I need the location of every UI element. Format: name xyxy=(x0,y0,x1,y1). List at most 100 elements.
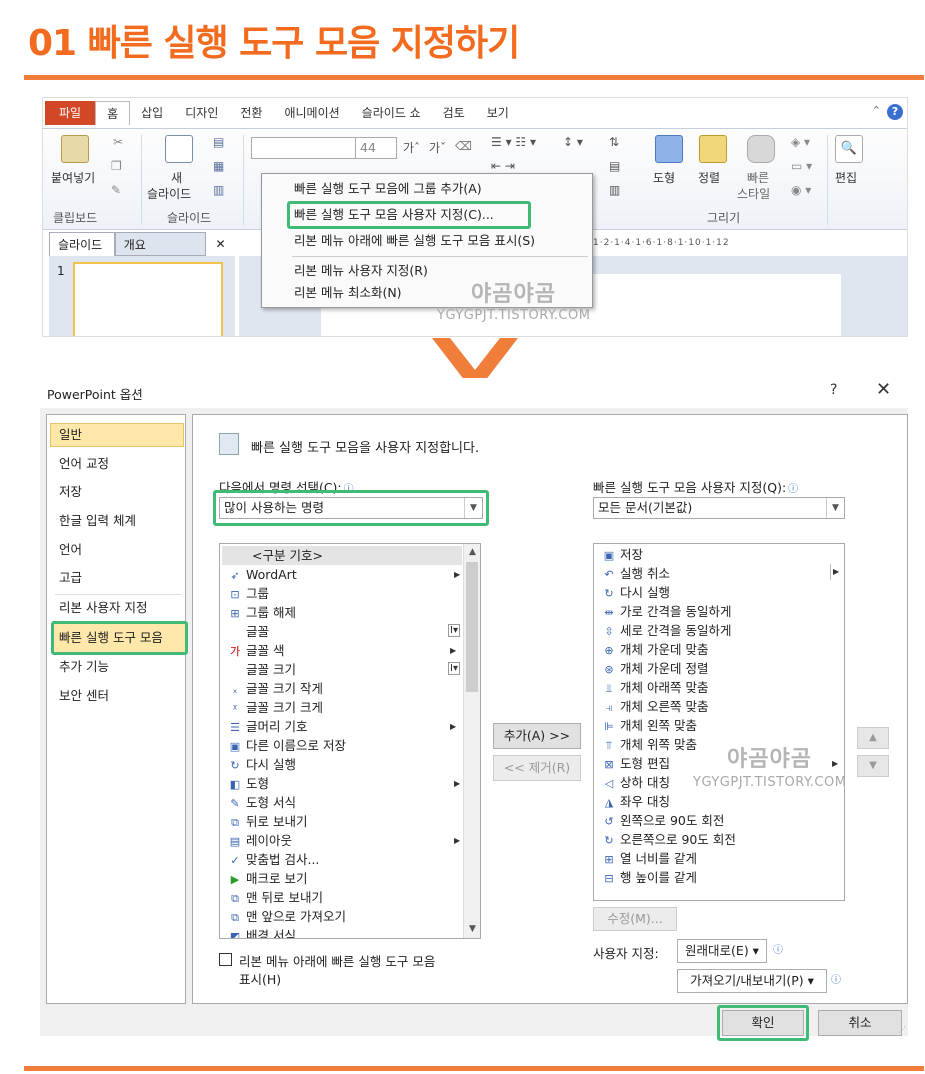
help-icon[interactable]: ? xyxy=(830,382,837,398)
menu-item-show-below-ribbon[interactable]: 리본 메뉴 아래에 빠른 실행 도구 모음 표시(S) xyxy=(294,230,535,252)
line-spacing-icon[interactable]: ↕ ▾ xyxy=(563,135,583,149)
tab-transitions[interactable]: 전환 xyxy=(229,101,273,125)
qat-commands-list[interactable]: ▣ 저장 ↶ 실행 취소 ▶ ↻ 다시 실행 ⇹ 가로 간격을 동일하게 ⇳ 세로 간격을… xyxy=(593,543,845,901)
section-icon[interactable]: ▥ xyxy=(213,183,224,197)
close-icon[interactable]: ✕ xyxy=(876,379,891,400)
list-item[interactable]: ↻ 다시 실행 xyxy=(598,583,670,602)
list-item[interactable]: ⊕ 개체 가운데 맞춤 xyxy=(598,640,708,659)
clear-format-icon[interactable]: ⌫ xyxy=(455,139,472,153)
list-item[interactable]: ▣ 저장 xyxy=(598,545,643,564)
layout-icon[interactable]: ▤ xyxy=(213,135,224,149)
menu-item-customize-ribbon[interactable]: 리본 메뉴 사용자 지정(R) xyxy=(294,260,428,282)
tab-slides-panel[interactable]: 슬라이드 xyxy=(49,232,115,256)
list-item[interactable]: 가 글꼴 색 xyxy=(224,641,285,660)
list-item[interactable]: ᵡ 글꼴 크기 크게 xyxy=(224,698,323,717)
chevron-down-icon[interactable]: ▼ xyxy=(826,498,844,518)
new-slide-icon[interactable] xyxy=(165,135,193,163)
list-item[interactable]: ⇳ 세로 간격을 동일하게 xyxy=(598,621,731,640)
reset-icon[interactable]: ▦ xyxy=(213,159,224,173)
align-text-icon[interactable]: ▤ xyxy=(609,159,620,173)
shape-effects-icon[interactable]: ◉ ▾ xyxy=(791,183,811,197)
tab-home[interactable]: 홈 xyxy=(95,101,131,125)
list-item[interactable]: ⧉ 맨 앞으로 가져오기 xyxy=(224,907,346,926)
tab-slideshow[interactable]: 슬라이드 쇼 xyxy=(351,101,432,125)
reset-dropdown[interactable]: 원래대로(E) ▾ xyxy=(677,939,767,963)
shapes-icon[interactable] xyxy=(655,135,683,163)
tab-outline-panel[interactable]: 개요 xyxy=(114,232,207,256)
tab-animations[interactable]: 애니메이션 xyxy=(273,101,350,125)
list-item[interactable]: ↻ 오른쪽으로 90도 회전 xyxy=(598,830,735,849)
indent-icon[interactable]: ⇤ ⇥ xyxy=(491,159,515,173)
list-item[interactable]: ⇹ 가로 간격을 동일하게 xyxy=(598,602,731,621)
menu-item-add-group[interactable]: 빠른 실행 도구 모음에 그룹 추가(A) xyxy=(294,178,482,200)
bullets-icon[interactable]: ☰ ▾ ☷ ▾ xyxy=(491,135,536,149)
remove-button[interactable]: << 제거(R) xyxy=(493,755,581,781)
list-item[interactable]: ↺ 왼쪽으로 90도 회전 xyxy=(598,811,724,830)
tab-design[interactable]: 디자인 xyxy=(174,101,229,125)
modify-button[interactable]: 수정(M)... xyxy=(593,907,677,931)
add-button[interactable]: 추가(A) >> xyxy=(493,723,581,749)
nav-item-language[interactable]: 언어 xyxy=(59,539,82,561)
scroll-down-icon[interactable]: ▼ xyxy=(464,921,480,938)
list-item[interactable]: ⫣ 개체 오른쪽 맞춤 xyxy=(598,697,709,716)
format-painter-icon[interactable]: ✎ xyxy=(111,183,121,197)
list-item[interactable]: ₓ 글꼴 크기 작게 xyxy=(224,679,323,698)
font-size-combo[interactable]: 44 xyxy=(355,137,397,159)
font-name-combo[interactable] xyxy=(251,137,361,159)
list-item[interactable]: 글꼴 xyxy=(224,622,269,641)
list-item[interactable]: ⧉ 뒤로 보내기 xyxy=(224,812,307,831)
list-item[interactable]: 글꼴 크기 xyxy=(224,660,296,679)
ribbon-collapse-icon[interactable]: ⌃ xyxy=(872,104,881,117)
nav-item-add-ins[interactable]: 추가 기능 xyxy=(59,656,109,678)
nav-item-advanced[interactable]: 고급 xyxy=(59,567,82,589)
list-item[interactable]: ▣ 다른 이름으로 저장 xyxy=(224,736,346,755)
nav-item-quick-access-toolbar[interactable]: 빠른 실행 도구 모음 xyxy=(59,627,163,649)
list-item[interactable]: ↻ 다시 실행 xyxy=(224,755,296,774)
smartart-icon[interactable]: ▥ xyxy=(609,183,620,197)
list-item[interactable]: <구분 기호> xyxy=(222,546,462,565)
list-item[interactable]: ▤ 레이아웃 xyxy=(224,831,292,850)
list-item[interactable]: ⫫ 개체 아래쪽 맞춤 xyxy=(598,678,709,697)
menu-item-minimize-ribbon[interactable]: 리본 메뉴 최소화(N) xyxy=(294,282,402,304)
quick-styles-label-1[interactable]: 빠른 xyxy=(747,169,769,186)
tab-view[interactable]: 보기 xyxy=(476,101,520,125)
list-item[interactable]: ✎ 도형 서식 xyxy=(224,793,296,812)
list-item[interactable]: ⫪ 개체 위쪽 맞춤 xyxy=(598,735,697,754)
paste-label[interactable]: 붙여넣기 xyxy=(51,169,95,186)
list-item[interactable]: ▶ 매크로 보기 xyxy=(224,869,308,888)
list-item[interactable]: ◁ 상하 대칭 xyxy=(598,773,670,792)
nav-item-save[interactable]: 저장 xyxy=(59,481,82,503)
new-slide-label-1[interactable]: 새 xyxy=(171,169,182,186)
nav-item-proofing[interactable]: 언어 교정 xyxy=(59,453,109,475)
find-icon[interactable]: 🔍 xyxy=(835,135,863,163)
available-commands-list[interactable]: <구분 기호> ➶ WordArt ▶ ⊡ 그룹 ⊞ 그룹 해제 글꼴 I▾ 가 글꼴 … xyxy=(219,543,481,939)
nav-item-korean-input[interactable]: 한글 입력 체계 xyxy=(59,510,136,532)
move-up-icon[interactable]: ▲ xyxy=(857,727,889,749)
arrange-label[interactable]: 정렬 xyxy=(698,169,720,186)
list-item[interactable]: ⊟ 행 높이를 같게 xyxy=(598,868,697,887)
tab-file[interactable]: 파일 xyxy=(45,101,96,125)
help-icon[interactable]: ? xyxy=(887,104,903,120)
move-down-icon[interactable]: ▼ xyxy=(857,755,889,777)
list-item[interactable]: ⊞ 그룹 해제 xyxy=(224,603,296,622)
list-item[interactable]: ↶ 실행 취소 xyxy=(598,564,670,583)
show-below-ribbon-label[interactable]: 리본 메뉴 아래에 빠른 실행 도구 모음 xyxy=(239,951,435,970)
customize-qat-combo[interactable]: 모든 문서(기본값) ▼ xyxy=(593,497,845,519)
quick-styles-icon[interactable] xyxy=(747,135,775,163)
list-item[interactable]: ⊡ 그룹 xyxy=(224,584,269,603)
list-item[interactable]: ⊞ 열 너비를 같게 xyxy=(598,849,697,868)
editing-label[interactable]: 편집 xyxy=(835,169,857,186)
text-direction-icon[interactable]: ⇅ xyxy=(609,135,619,149)
import-export-dropdown[interactable]: 가져오기/내보내기(P) ▾ xyxy=(677,969,827,993)
show-below-ribbon-checkbox[interactable] xyxy=(219,953,232,966)
shape-fill-icon[interactable]: ◈ ▾ xyxy=(791,135,810,149)
slide-thumbnail[interactable] xyxy=(73,262,223,336)
scroll-thumb[interactable] xyxy=(466,562,478,692)
scroll-up-icon[interactable]: ▲ xyxy=(464,544,480,561)
font-shrink-icon[interactable]: 가ˇ xyxy=(429,139,446,156)
tab-review[interactable]: 검토 xyxy=(432,101,476,125)
list-item[interactable]: ✓ 맞춤법 검사... xyxy=(224,850,319,869)
cancel-button[interactable]: 취소 xyxy=(818,1010,902,1036)
list-item[interactable]: ⊛ 개체 가운데 정렬 xyxy=(598,659,708,678)
nav-item-trust-center[interactable]: 보안 센터 xyxy=(59,685,109,707)
